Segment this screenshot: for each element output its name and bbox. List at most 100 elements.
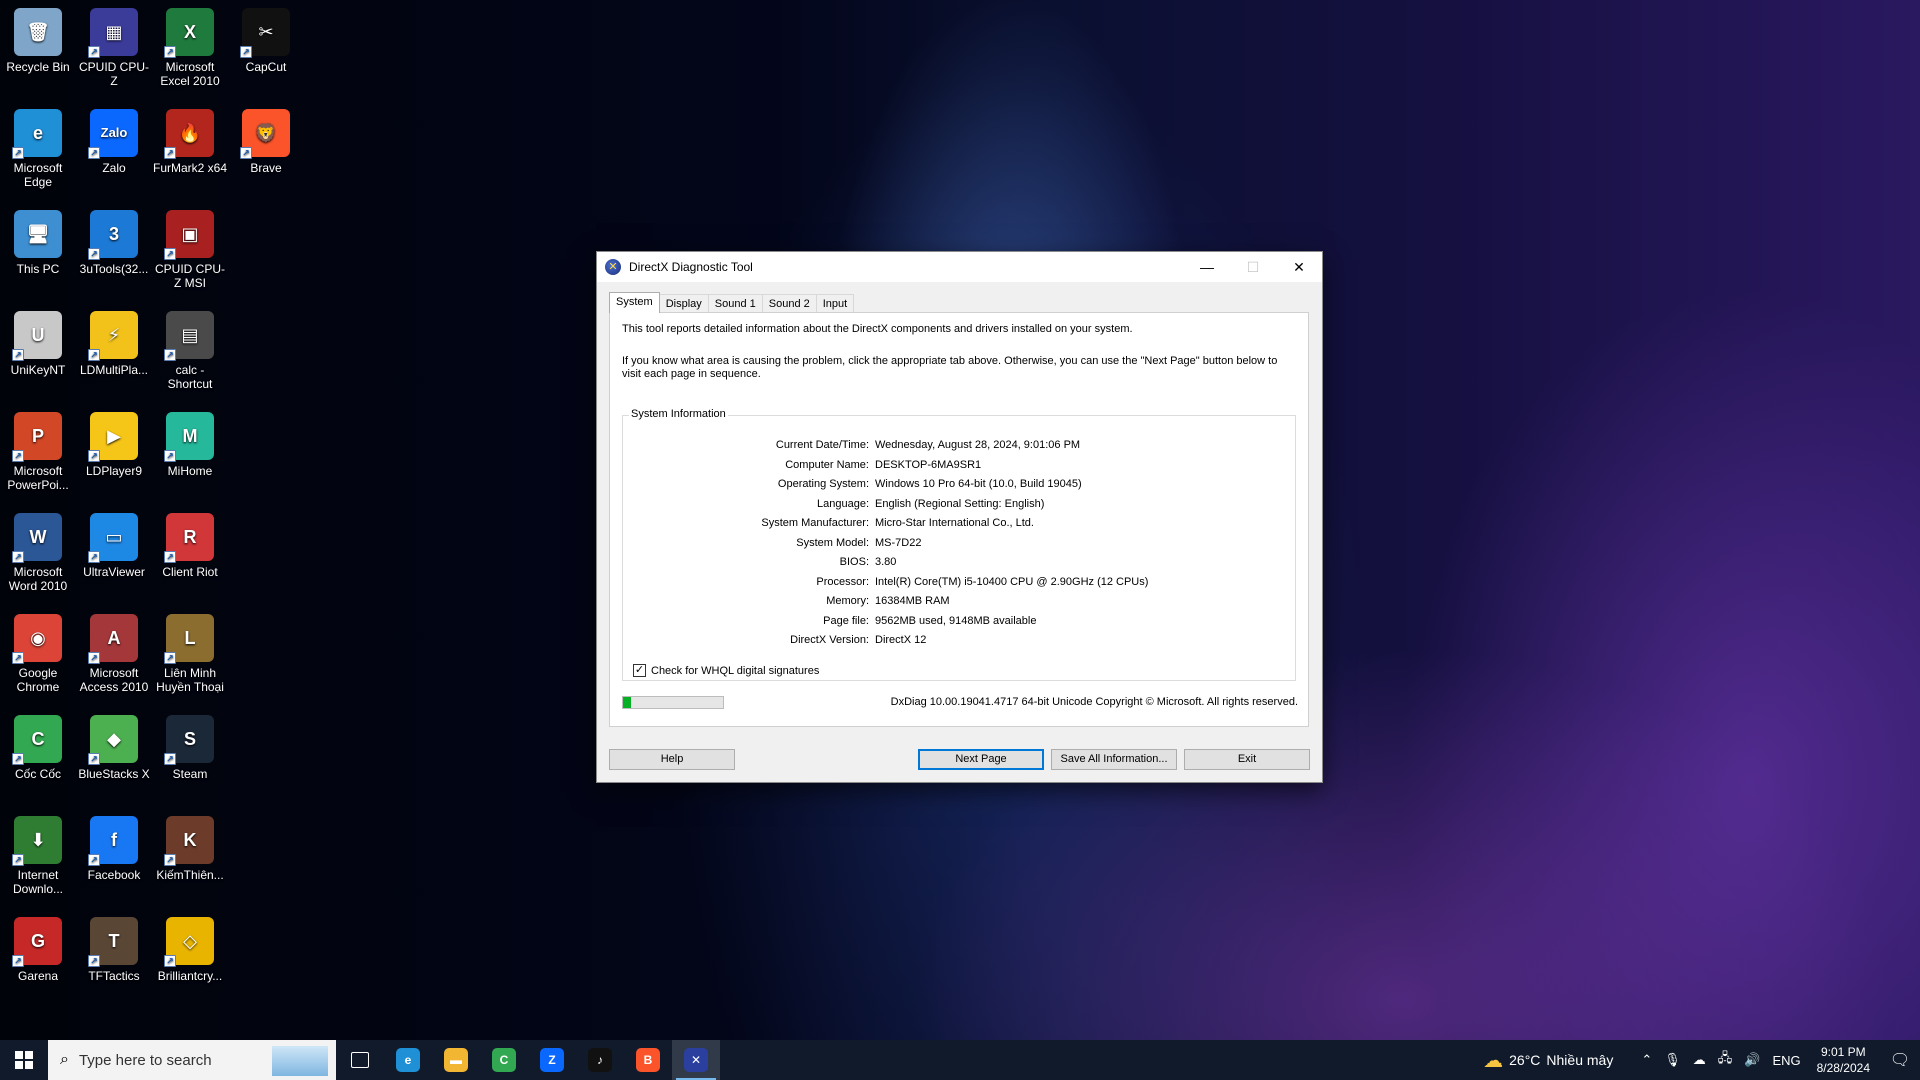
taskbar-pinned-apps: e ▬ C Z ♪ B ✕ [336, 1040, 720, 1080]
desktop-shortcut[interactable]: ⬇ ↗ Internet Downlo... [0, 810, 76, 896]
taskbar-app-button[interactable]: Z [528, 1040, 576, 1080]
taskbar-app-button[interactable]: e [384, 1040, 432, 1080]
desktop-shortcut[interactable]: 🖥 This PC [0, 204, 76, 276]
network-icon[interactable]: 🖧 [1718, 1049, 1733, 1071]
shortcut-arrow-icon: ↗ [88, 652, 100, 664]
desktop-shortcut[interactable]: S ↗ Steam [152, 709, 228, 781]
window-title: DirectX Diagnostic Tool [629, 260, 753, 274]
desktop-shortcut-label: BlueStacks X [78, 767, 150, 781]
desktop-shortcut-label: Cốc Cốc [14, 767, 61, 781]
whql-checkbox-row[interactable]: ✓ Check for WHQL digital signatures [633, 664, 819, 677]
coccoc-icon: C ↗ [12, 715, 62, 765]
desktop-shortcut-label: Microsoft Edge [13, 161, 63, 189]
help-button[interactable]: Help [609, 749, 735, 770]
system-info-value: DirectX 12 [875, 634, 927, 646]
desktop-shortcut[interactable]: U ↗ UniKeyNT [0, 305, 76, 377]
desktop-shortcut[interactable]: 🦁 ↗ Brave [228, 103, 304, 175]
whql-label: Check for WHQL digital signatures [651, 664, 820, 677]
desktop-shortcut[interactable]: R ↗ Client Riot [152, 507, 228, 579]
desktop-shortcut[interactable]: Zalo ↗ Zalo [76, 103, 152, 175]
system-info-row: BIOS: 3.80 [623, 553, 1295, 573]
clock[interactable]: 9:01 PM 8/28/2024 [1817, 1044, 1870, 1076]
search-highlight-image [272, 1046, 328, 1076]
desktop-shortcut-label: Recycle Bin [6, 60, 70, 74]
desktop-shortcut[interactable]: T ↗ TFTactics [76, 911, 152, 983]
tab-system[interactable]: System [609, 292, 660, 313]
desktop-shortcut[interactable]: M ↗ MiHome [152, 406, 228, 478]
edge-icon: e [396, 1048, 420, 1072]
desktop-shortcut-label: Liên Minh Huyền Thoại [156, 666, 224, 694]
desktop-shortcut[interactable]: 🗑 Recycle Bin [0, 2, 76, 74]
notification-center-icon[interactable]: 🗨 [1880, 1050, 1920, 1070]
desktop-shortcut[interactable]: P ↗ Microsoft PowerPoi... [0, 406, 76, 492]
desktop-shortcut[interactable]: ⚡ ↗ LDMultiPla... [76, 305, 152, 377]
taskbar-app-button[interactable]: ♪ [576, 1040, 624, 1080]
input-language[interactable]: ENG [1772, 1053, 1800, 1068]
desktop-shortcut-label: Client Riot [162, 565, 218, 579]
system-info-row: Language: English (Regional Setting: Engl… [623, 495, 1295, 515]
league-icon: L ↗ [164, 614, 214, 664]
tab-sound-2[interactable]: Sound 2 [761, 294, 817, 313]
taskbar: ⌕ Type here to search e ▬ C Z ♪ B ✕ ☁ 26°C Nhi… [0, 1040, 1920, 1080]
save-all-information-button[interactable]: Save All Information... [1051, 749, 1177, 770]
system-info-key: Operating System: [777, 478, 869, 490]
desktop-shortcut[interactable]: ◆ ↗ BlueStacks X [76, 709, 152, 781]
desktop-shortcut[interactable]: 🔥 ↗ FurMark2 x64 [152, 103, 228, 175]
desktop-shortcut[interactable]: 3 ↗ 3uTools(32... [76, 204, 152, 276]
furmark-icon: 🔥 ↗ [164, 109, 214, 159]
weather-widget[interactable]: ☁ 26°C Nhiều mây [1483, 1048, 1613, 1073]
desktop-shortcut[interactable]: ✂ ↗ CapCut [228, 2, 304, 74]
desktop-shortcut[interactable]: ▤ ↗ calc - Shortcut [152, 305, 228, 391]
coccoc-icon: C [492, 1048, 516, 1072]
taskbar-app-button[interactable]: ✕ [672, 1040, 720, 1080]
taskbar-app-button[interactable]: C [480, 1040, 528, 1080]
desktop-shortcut[interactable]: ▦ ↗ CPUID CPU-Z [76, 2, 152, 88]
desktop-shortcut[interactable]: X ↗ Microsoft Excel 2010 [152, 2, 228, 88]
desktop-shortcut[interactable]: K ↗ KiếmThiên... [152, 810, 228, 882]
dxdiag-window: ✕ DirectX Diagnostic Tool — ☐ ✕ System D… [596, 251, 1323, 783]
shortcut-arrow-icon: ↗ [12, 854, 24, 866]
microphone-icon[interactable]: 🎙 [1664, 1052, 1681, 1068]
onedrive-icon[interactable]: ☁ [1693, 1052, 1706, 1068]
desktop-shortcut[interactable]: e ↗ Microsoft Edge [0, 103, 76, 189]
facebook-icon: f ↗ [88, 816, 138, 866]
desktop-shortcut[interactable]: A ↗ Microsoft Access 2010 [76, 608, 152, 694]
desktop-shortcut[interactable]: ▣ ↗ CPUID CPU-Z MSI [152, 204, 228, 290]
desktop-shortcut[interactable]: ▭ ↗ UltraViewer [76, 507, 152, 579]
edge-icon: e ↗ [12, 109, 62, 159]
desktop-shortcut[interactable]: ◇ ↗ Brilliantcry... [152, 911, 228, 983]
desktop-shortcut[interactable]: G ↗ Garena [0, 911, 76, 983]
desktop-shortcut[interactable]: W ↗ Microsoft Word 2010 [0, 507, 76, 593]
excel-icon: X ↗ [164, 8, 214, 58]
exit-button[interactable]: Exit [1184, 749, 1310, 770]
desktop-shortcut[interactable]: ▶ ↗ LDPlayer9 [76, 406, 152, 478]
tab-strip: System Display Sound 1 Sound 2 Input [609, 292, 855, 313]
desktop-shortcut[interactable]: L ↗ Liên Minh Huyền Thoại [152, 608, 228, 694]
system-info-row: Operating System: Windows 10 Pro 64-bit (… [623, 475, 1295, 495]
desktop-shortcut[interactable]: C ↗ Cốc Cốc [0, 709, 76, 781]
taskbar-app-button[interactable]: B [624, 1040, 672, 1080]
garena-icon: G ↗ [12, 917, 62, 967]
taskbar-app-button[interactable]: ▬ [432, 1040, 480, 1080]
desktop-shortcut-label: MiHome [167, 464, 213, 478]
system-info-value: MS-7D22 [875, 536, 922, 549]
system-info-row: System Model: MS-7D22 [623, 534, 1295, 554]
desktop-shortcut[interactable]: f ↗ Facebook [76, 810, 152, 882]
whql-checkbox[interactable]: ✓ [633, 664, 646, 677]
tab-input[interactable]: Input [815, 294, 855, 313]
close-button[interactable]: ✕ [1276, 252, 1322, 282]
tab-display[interactable]: Display [658, 294, 709, 313]
maximize-button[interactable]: ☐ [1230, 252, 1276, 282]
start-button[interactable] [0, 1040, 48, 1080]
next-page-button[interactable]: Next Page [918, 749, 1044, 770]
taskbar-search-box[interactable]: ⌕ Type here to search [48, 1040, 336, 1080]
minimize-button[interactable]: — [1184, 252, 1230, 282]
taskbar-app-button[interactable] [336, 1040, 384, 1080]
chevron-up-icon[interactable]: ⌃ [1641, 1052, 1652, 1068]
volume-icon[interactable]: 🔊 [1744, 1052, 1760, 1068]
desktop-shortcut[interactable]: ◉ ↗ Google Chrome [0, 608, 76, 694]
title-bar[interactable]: ✕ DirectX Diagnostic Tool — ☐ ✕ [597, 252, 1322, 282]
desktop-shortcut-label: KiếmThiên... [156, 868, 224, 882]
system-info-key: Memory: [826, 595, 869, 607]
tab-sound-1[interactable]: Sound 1 [707, 294, 763, 313]
